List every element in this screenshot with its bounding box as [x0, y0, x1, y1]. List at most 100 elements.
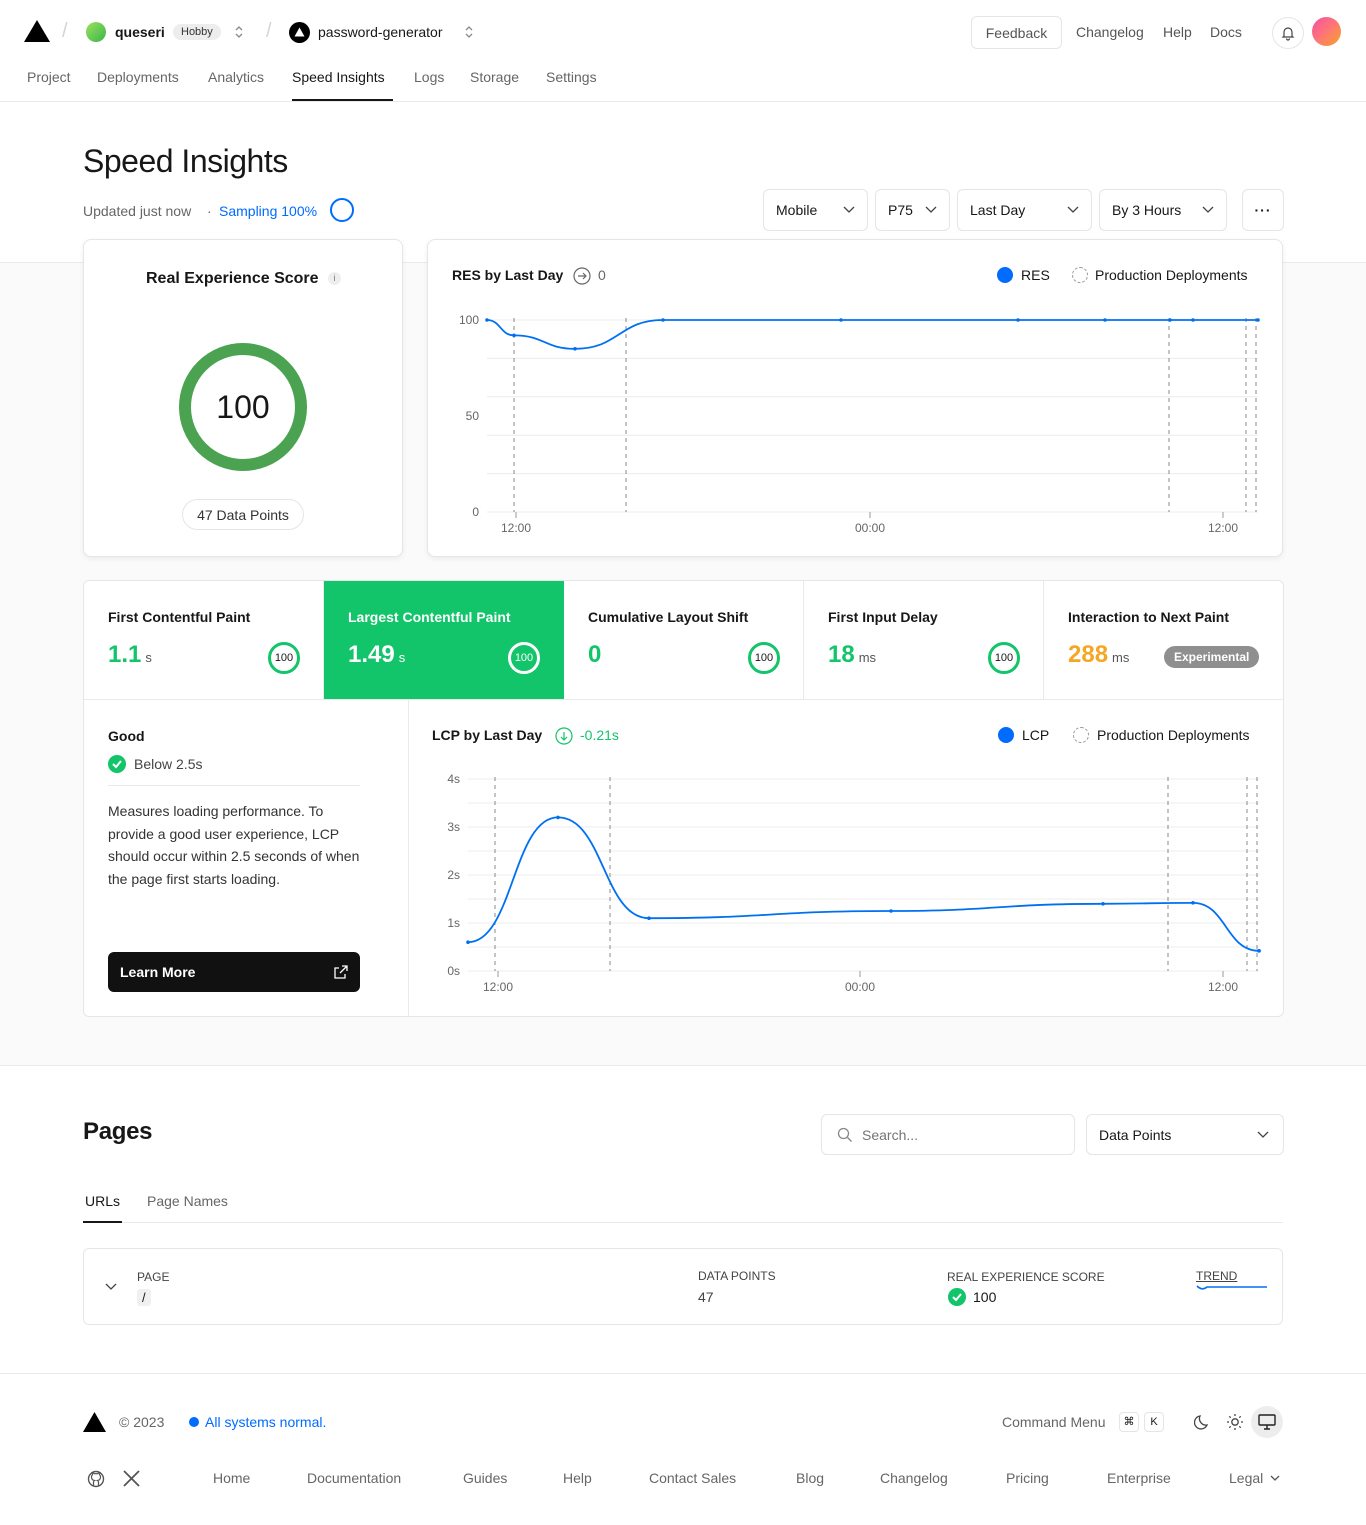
x-twitter-icon[interactable]	[123, 1470, 140, 1487]
docs-link[interactable]: Docs	[1210, 24, 1242, 40]
info-icon[interactable]: i	[328, 272, 341, 285]
team-name[interactable]: queseri	[115, 24, 165, 40]
page-path[interactable]: /	[137, 1289, 151, 1306]
feedback-button[interactable]: Feedback	[971, 16, 1062, 49]
check-circle-icon	[948, 1288, 966, 1306]
metric-value: 0	[588, 641, 601, 669]
data-point	[1168, 318, 1172, 322]
res-line-chart[interactable]: 100 50 0 12:00 00:00 12:00	[428, 300, 1284, 540]
data-point	[1256, 318, 1260, 322]
footer-link-blog[interactable]: Blog	[796, 1470, 824, 1486]
divider	[84, 699, 1283, 700]
sort-value: Data Points	[1099, 1126, 1172, 1143]
vercel-logo[interactable]	[83, 1412, 106, 1432]
footer-link-help[interactable]: Help	[563, 1470, 592, 1486]
metric-cls[interactable]: Cumulative Layout Shift 0 100	[564, 581, 804, 699]
more-options-button[interactable]: ···	[1242, 189, 1284, 231]
metric-inp[interactable]: Interaction to Next Paint 288 ms Experime…	[1044, 581, 1283, 699]
sampling-ring-icon	[330, 198, 354, 222]
footer-link-enterprise[interactable]: Enterprise	[1107, 1470, 1171, 1486]
legend-res-label[interactable]: RES	[1021, 267, 1050, 283]
search-icon	[837, 1127, 852, 1142]
res-score-card: Real Experience Score i 100 47 Data Poin…	[83, 239, 403, 557]
check-circle-icon	[108, 755, 126, 773]
x-tick-label: 12:00	[483, 980, 513, 994]
metric-unit: ms	[858, 650, 877, 665]
x-tick-label: 00:00	[845, 980, 875, 994]
tab-project[interactable]: Project	[27, 69, 71, 85]
tab-urls[interactable]: URLs	[85, 1193, 120, 1209]
lcp-line-chart[interactable]: 4s 3s 2s 1s 0s 12:00 00:00 12:00	[409, 761, 1284, 1001]
vercel-logo[interactable]	[24, 20, 50, 42]
y-tick-label: 50	[466, 409, 480, 423]
legend-lcp-label[interactable]: LCP	[1022, 727, 1049, 743]
metric-value: 1.49 s	[348, 641, 405, 669]
metric-lcp-selected[interactable]: Largest Contentful Paint 1.49 s 100	[324, 581, 564, 699]
trend-sparkline	[1196, 1285, 1267, 1290]
tab-settings[interactable]: Settings	[546, 69, 597, 85]
moon-icon[interactable]	[1194, 1413, 1212, 1431]
range-select[interactable]: Last Day	[957, 189, 1092, 231]
percentile-select[interactable]: P75	[875, 189, 950, 231]
tab-logs[interactable]: Logs	[414, 69, 444, 85]
search-input[interactable]	[862, 1123, 1062, 1147]
legend-deployments-label[interactable]: Production Deployments	[1095, 267, 1248, 283]
x-tick-label: 00:00	[855, 521, 885, 535]
chevron-updown-icon[interactable]	[463, 24, 475, 40]
column-header-data-points: DATA POINTS	[698, 1269, 776, 1283]
tab-speed-insights[interactable]: Speed Insights	[292, 69, 385, 85]
footer-link-contact-sales[interactable]: Contact Sales	[649, 1470, 736, 1486]
granularity-select[interactable]: By 3 Hours	[1099, 189, 1227, 231]
user-avatar[interactable]	[1312, 17, 1341, 46]
footer-link-home[interactable]: Home	[213, 1470, 250, 1486]
tab-storage[interactable]: Storage	[470, 69, 519, 85]
data-point	[1016, 318, 1020, 322]
sampling-link[interactable]: Sampling 100%	[219, 203, 317, 219]
project-name[interactable]: password-generator	[318, 24, 443, 40]
y-tick-label: 4s	[447, 772, 460, 786]
legend-deployments-label[interactable]: Production Deployments	[1097, 727, 1250, 743]
metric-number: 18	[828, 641, 855, 668]
divider	[108, 785, 360, 786]
changelog-link[interactable]: Changelog	[1076, 24, 1144, 40]
command-menu-label[interactable]: Command Menu	[1002, 1414, 1106, 1430]
notifications-button[interactable]	[1272, 17, 1304, 49]
x-tick-label: 12:00	[1208, 521, 1238, 535]
status-dot	[189, 1417, 199, 1427]
sun-icon[interactable]	[1226, 1413, 1244, 1431]
sort-select[interactable]: Data Points	[1086, 1114, 1284, 1155]
metric-fid[interactable]: First Input Delay 18 ms 100	[804, 581, 1044, 699]
system-theme-button[interactable]	[1251, 1406, 1283, 1438]
column-header-trend[interactable]: TREND	[1196, 1269, 1237, 1283]
y-tick-label: 3s	[447, 820, 460, 834]
y-tick-label: 100	[459, 313, 479, 327]
learn-more-button[interactable]: Learn More	[108, 952, 360, 992]
y-tick-label: 1s	[447, 916, 460, 930]
chevron-down-icon[interactable]	[105, 1283, 117, 1291]
pages-search[interactable]	[821, 1114, 1075, 1155]
footer-link-guides[interactable]: Guides	[463, 1470, 507, 1486]
chevron-updown-icon[interactable]	[233, 24, 245, 40]
table-row[interactable]: PAGE / DATA POINTS 47 REAL EXPERIENCE SC…	[83, 1248, 1283, 1325]
footer-link-pricing[interactable]: Pricing	[1006, 1470, 1049, 1486]
team-avatar[interactable]	[86, 22, 106, 42]
tab-deployments[interactable]: Deployments	[97, 69, 179, 85]
data-point	[661, 318, 665, 322]
metric-fcp[interactable]: First Contentful Paint 1.1 s 100	[84, 581, 324, 699]
github-icon[interactable]	[87, 1470, 105, 1488]
data-point	[512, 333, 516, 338]
threshold-label: Below 2.5s	[134, 756, 203, 772]
footer-link-documentation[interactable]: Documentation	[307, 1470, 401, 1486]
data-point	[647, 916, 651, 920]
copyright: © 2023	[119, 1414, 165, 1430]
help-link[interactable]: Help	[1163, 24, 1192, 40]
status-link[interactable]: All systems normal.	[205, 1414, 326, 1430]
metric-unit: s	[145, 650, 152, 665]
metric-number: 0	[588, 641, 602, 668]
footer-link-changelog[interactable]: Changelog	[880, 1470, 948, 1486]
device-select[interactable]: Mobile	[763, 189, 868, 231]
tab-page-names[interactable]: Page Names	[147, 1193, 228, 1209]
data-point	[889, 909, 893, 913]
tab-analytics[interactable]: Analytics	[208, 69, 264, 85]
footer-link-legal[interactable]: Legal	[1229, 1470, 1263, 1486]
